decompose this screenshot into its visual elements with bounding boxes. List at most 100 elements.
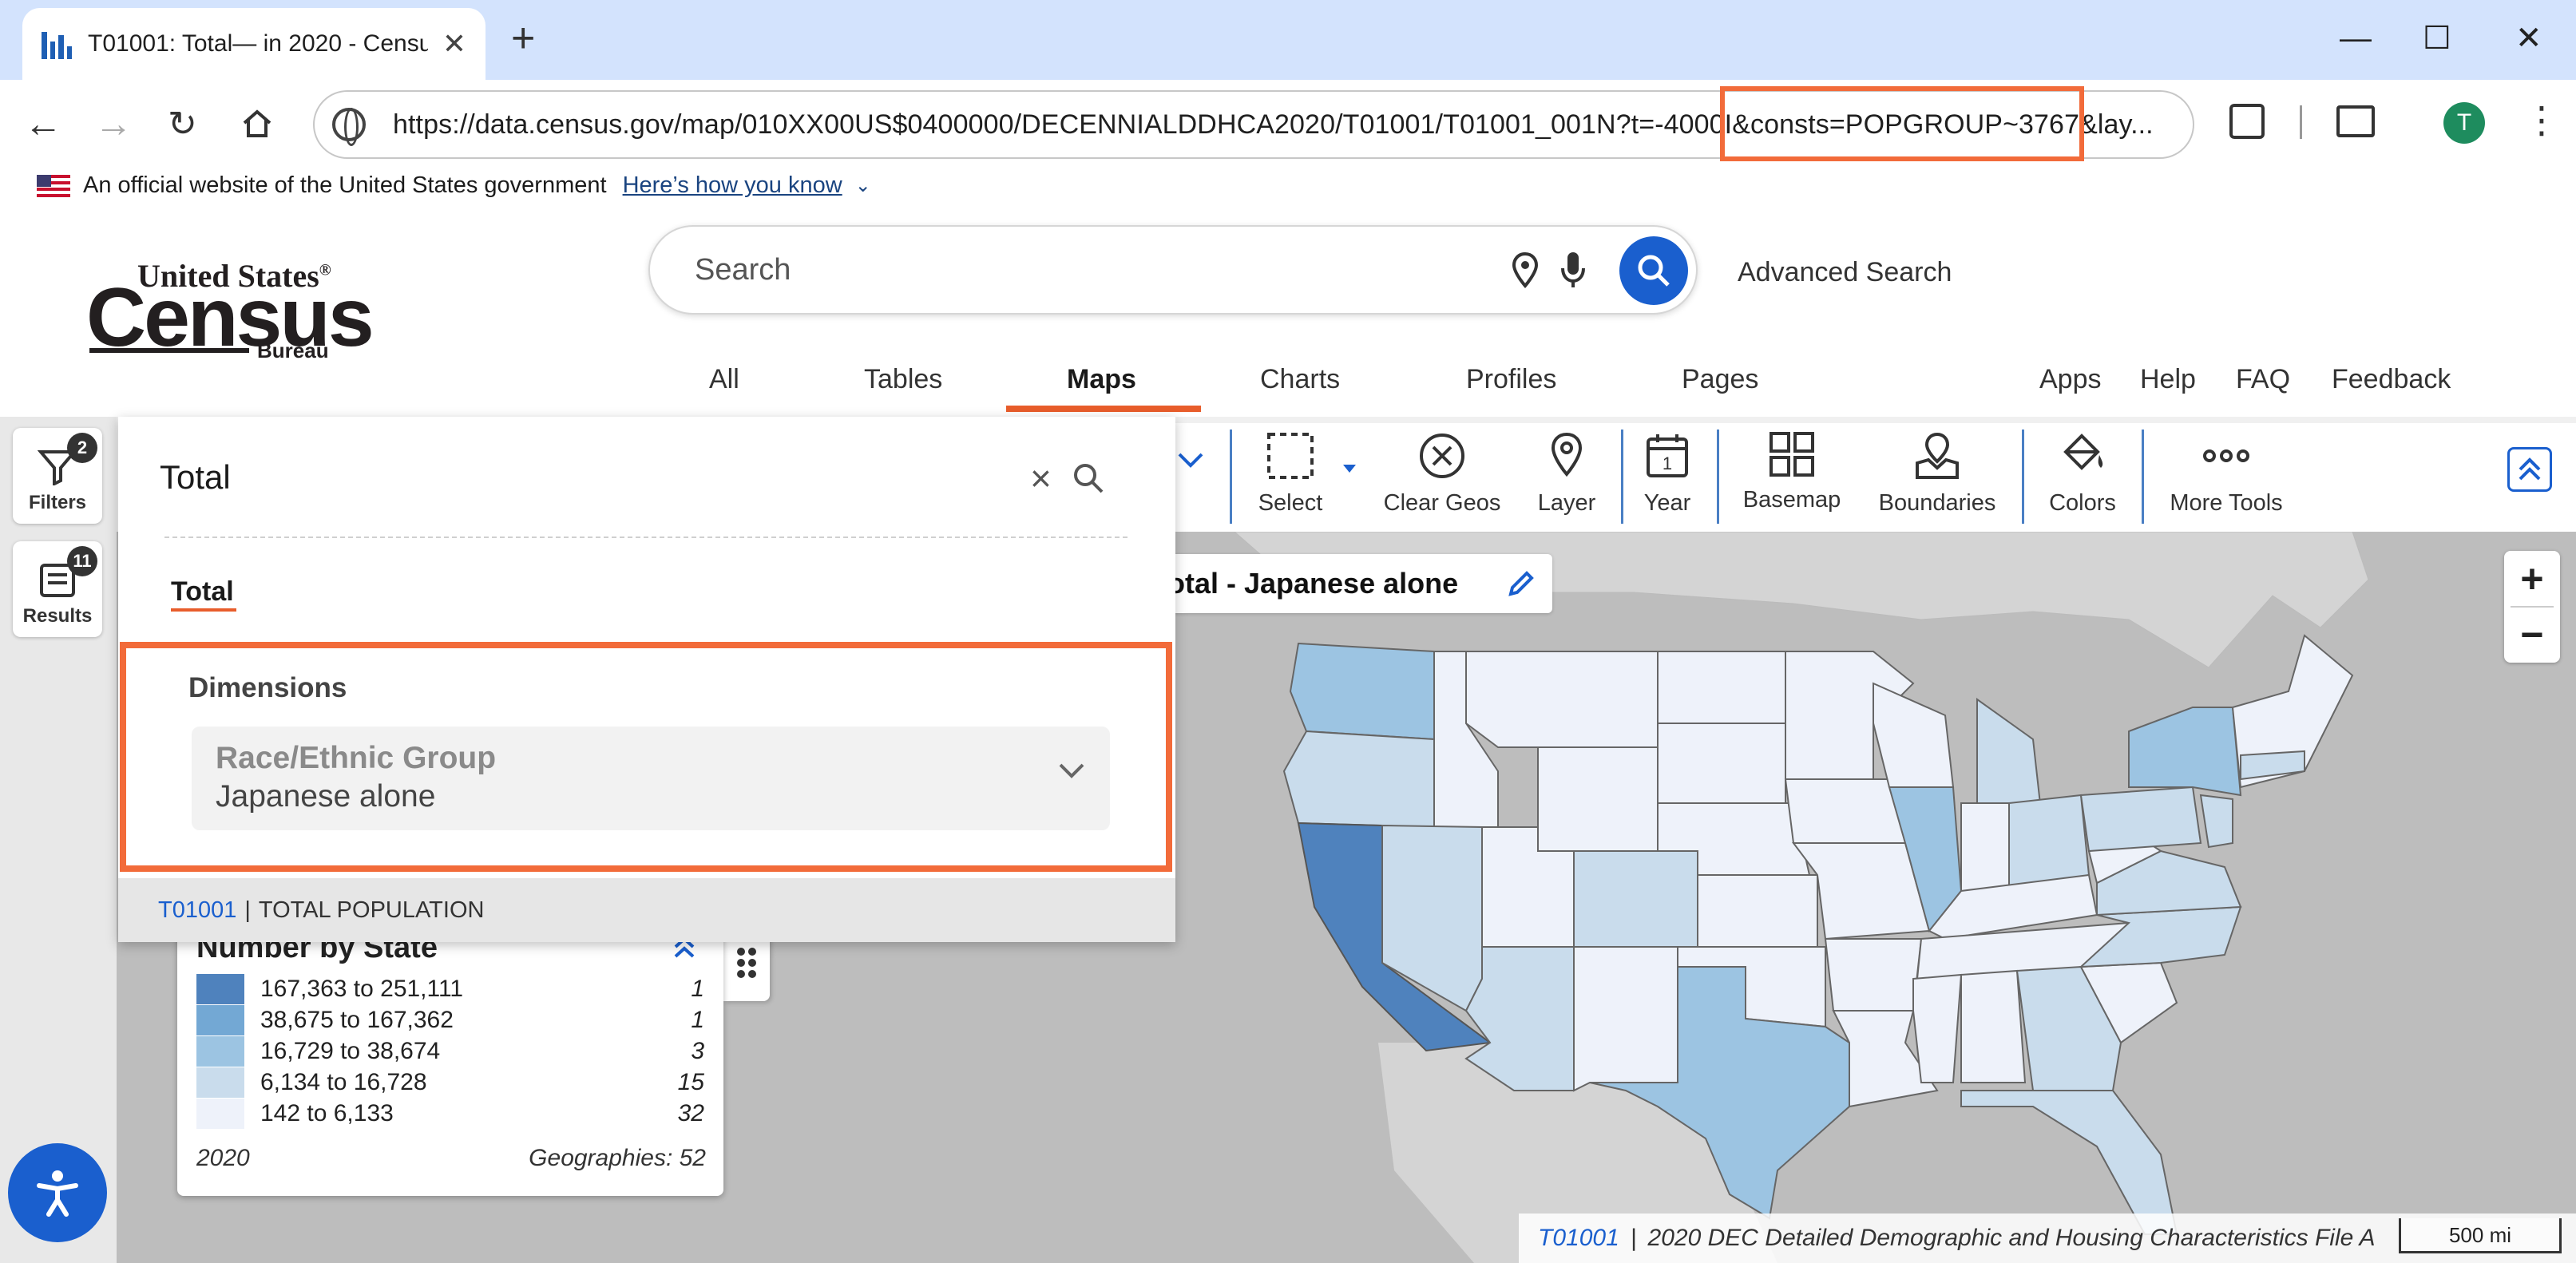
pencil-edit-icon[interactable]	[1506, 568, 1536, 603]
forward-arrow-icon[interactable]: →	[94, 101, 133, 148]
nav-help[interactable]: Help	[2140, 364, 2196, 395]
colors-tool[interactable]: Colors	[2011, 431, 2154, 517]
active-tab-indicator	[1006, 406, 1201, 412]
zoom-in-button[interactable]: +	[2504, 551, 2560, 607]
magnifier-icon	[1638, 255, 1670, 287]
microphone-icon[interactable]	[1559, 251, 1587, 295]
select-label: Select	[1258, 490, 1323, 516]
logo-bureau-text: Bureau	[257, 339, 329, 362]
profile-avatar[interactable]: T	[2443, 102, 2485, 144]
filters-button[interactable]: Filters 2	[13, 428, 102, 524]
census-chart-favicon-icon	[42, 29, 72, 59]
table-search-input[interactable]	[160, 458, 958, 497]
gov-banner-text: An official website of the United States…	[83, 172, 607, 198]
legend-swatch	[196, 1099, 244, 1129]
state-pennsylvania	[2079, 786, 2202, 853]
toolbar-separator	[2142, 430, 2144, 524]
url-annotation-highlight	[1720, 86, 2084, 161]
state-indiana	[1960, 802, 2010, 892]
reload-icon[interactable]: ↻	[168, 101, 197, 148]
search-icon[interactable]	[1072, 461, 1105, 499]
chevron-down-icon[interactable]: ⌄	[855, 174, 871, 197]
footer-separator: |	[244, 897, 251, 923]
new-tab-button[interactable]: +	[511, 16, 535, 61]
clear-search-icon[interactable]: ×	[1030, 458, 1052, 498]
close-window-button[interactable]: ✕	[2515, 16, 2542, 61]
nav-maps[interactable]: Maps	[1067, 364, 1136, 395]
toolbar-divider	[2300, 105, 2302, 139]
map-title: otal - Japanese alone	[1167, 567, 1459, 600]
accessibility-person-icon	[37, 1170, 78, 1217]
results-button[interactable]: Results 11	[13, 541, 102, 637]
legend-range: 38,675 to 167,362	[260, 1007, 454, 1033]
table-code-link[interactable]: T01001	[158, 897, 236, 924]
legend-count: 15	[677, 1069, 704, 1095]
zoom-control: + −	[2504, 551, 2560, 663]
browser-tab[interactable]: T01001: Total— in 2020 - Census ✕	[22, 8, 485, 80]
nav-all[interactable]: All	[709, 364, 739, 395]
accessibility-button[interactable]	[8, 1143, 107, 1242]
legend-row: 167,363 to 251,111 1	[196, 974, 704, 1004]
legend-row: 38,675 to 167,362 1	[196, 1005, 704, 1035]
state-arizona	[1464, 946, 1575, 1091]
legend-count: 1	[691, 976, 704, 1002]
table-title: TOTAL POPULATION	[258, 897, 485, 923]
location-pin-icon[interactable]	[1511, 251, 1540, 295]
advanced-search-link[interactable]: Advanced Search	[1738, 257, 1952, 288]
nav-charts[interactable]: Charts	[1260, 364, 1340, 395]
legend-swatch	[196, 1067, 244, 1098]
nav-tables[interactable]: Tables	[864, 364, 942, 395]
boundaries-tool[interactable]: Boundaries	[1865, 431, 2009, 517]
legend-swatch	[196, 1005, 244, 1035]
extensions-puzzle-icon[interactable]	[2229, 104, 2265, 139]
state-south-dakota	[1657, 723, 1786, 804]
legend-year: 2020	[196, 1145, 250, 1171]
attribution-table-code[interactable]: T01001	[1538, 1225, 1619, 1252]
state-colorado	[1573, 850, 1698, 948]
race-ethnic-group-dropdown[interactable]: Race/Ethnic Group Japanese alone	[192, 727, 1110, 830]
legend-range: 16,729 to 38,674	[260, 1038, 441, 1064]
browser-menu-icon[interactable]: ⋮	[2523, 96, 2560, 144]
basemap-tool[interactable]: Basemap	[1720, 431, 1864, 513]
chevron-down-icon[interactable]	[1057, 762, 1086, 785]
chevron-down-icon[interactable]	[1177, 452, 1204, 473]
site-search-input[interactable]	[695, 252, 1461, 287]
dimensions-highlight-box: Dimensions Race/Ethnic Group Japanese al…	[120, 642, 1172, 872]
results-count-badge: 11	[67, 546, 97, 576]
select-tool[interactable]: Select	[1219, 431, 1362, 517]
basemap-label: Basemap	[1742, 487, 1841, 513]
maximize-window-button[interactable]: ☐	[2423, 16, 2451, 61]
nav-feedback[interactable]: Feedback	[2332, 364, 2451, 395]
zoom-out-button[interactable]: −	[2504, 607, 2560, 663]
suggestion-total[interactable]: Total	[171, 576, 234, 608]
us-flag-icon	[37, 174, 70, 197]
select-dropdown-caret-icon[interactable]	[1342, 463, 1357, 478]
close-tab-icon[interactable]: ✕	[442, 27, 466, 61]
media-search-icon[interactable]	[2336, 105, 2375, 137]
collapse-header-button[interactable]	[2507, 447, 2552, 492]
legend-row: 142 to 6,133 32	[196, 1099, 704, 1129]
clear-geos-tool[interactable]: Clear Geos	[1370, 431, 1514, 517]
toolbar-separator	[1717, 430, 1719, 524]
state-kansas	[1697, 874, 1818, 948]
nav-apps[interactable]: Apps	[2039, 364, 2102, 395]
legend-count: 32	[677, 1100, 704, 1126]
census-logo[interactable]: United States® Census Bureau	[86, 257, 375, 364]
layer-pin-icon	[1551, 432, 1583, 477]
nav-profiles[interactable]: Profiles	[1466, 364, 1556, 395]
home-icon[interactable]	[240, 105, 275, 145]
back-arrow-icon[interactable]: ←	[24, 101, 62, 148]
clear-x-circle-icon	[1420, 434, 1464, 478]
site-search-bar	[648, 225, 1698, 315]
nav-pages[interactable]: Pages	[1682, 364, 1758, 395]
svg-text:1: 1	[1663, 453, 1672, 473]
nav-faq[interactable]: FAQ	[2236, 364, 2290, 395]
how-you-know-link[interactable]: Here’s how you know	[623, 172, 842, 199]
legend-range: 142 to 6,133	[260, 1100, 394, 1126]
site-info-globe-icon[interactable]	[332, 108, 366, 146]
more-tools-menu[interactable]: More Tools	[2154, 431, 2298, 517]
state-wyoming	[1537, 746, 1659, 852]
search-submit-button[interactable]	[1619, 236, 1688, 305]
minimize-window-button[interactable]: —	[2340, 16, 2372, 61]
state-new-mexico	[1573, 946, 1678, 1092]
